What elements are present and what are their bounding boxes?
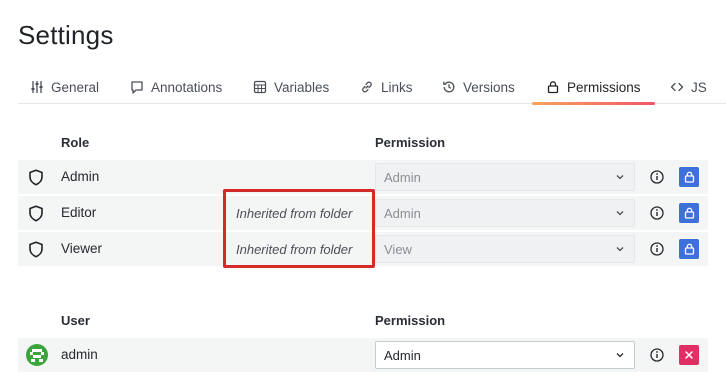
close-icon bbox=[685, 351, 693, 359]
lock-icon bbox=[684, 243, 694, 255]
link-icon bbox=[360, 80, 374, 94]
permission-select: View bbox=[375, 235, 635, 263]
user-name: admin bbox=[61, 347, 98, 362]
lock-icon bbox=[546, 80, 560, 94]
tab-label: Variables bbox=[274, 79, 330, 95]
comment-icon bbox=[130, 80, 144, 94]
role-name: Admin bbox=[61, 169, 100, 184]
tab-label: Links bbox=[381, 79, 413, 95]
sliders-icon bbox=[30, 80, 44, 94]
role-column-header: Role bbox=[61, 135, 90, 150]
role-name: Viewer bbox=[61, 241, 103, 256]
user-column-header: User bbox=[61, 313, 90, 328]
info-icon[interactable] bbox=[649, 169, 665, 185]
tab-label: Versions bbox=[463, 79, 515, 95]
locked-button[interactable] bbox=[679, 239, 699, 259]
chevron-down-icon bbox=[616, 211, 624, 216]
shield-icon bbox=[29, 169, 43, 186]
permission-value: Admin bbox=[384, 169, 421, 185]
tab-label: Permissions bbox=[567, 79, 641, 95]
tab-permissions[interactable]: Permissions bbox=[532, 70, 655, 105]
tab-json[interactable]: JS bbox=[670, 70, 707, 104]
active-tab-indicator bbox=[532, 102, 655, 105]
tab-label: JS bbox=[691, 79, 707, 95]
permission-column-header: Permission bbox=[375, 313, 446, 328]
tab-variables[interactable]: Variables bbox=[253, 70, 329, 104]
user-row-admin: admin Admin bbox=[18, 338, 708, 372]
code-icon bbox=[670, 80, 684, 94]
info-icon[interactable] bbox=[649, 347, 665, 363]
locked-button[interactable] bbox=[679, 167, 699, 187]
permission-value: Admin bbox=[384, 205, 421, 221]
role-name: Editor bbox=[61, 205, 97, 220]
lock-icon bbox=[684, 171, 694, 183]
permission-select[interactable]: Admin bbox=[375, 341, 635, 369]
permission-select: Admin bbox=[375, 163, 635, 191]
tab-label: General bbox=[51, 79, 100, 95]
tab-links[interactable]: Links bbox=[360, 70, 413, 104]
history-icon bbox=[442, 80, 456, 94]
tab-versions[interactable]: Versions bbox=[442, 70, 515, 104]
permission-value: Admin bbox=[384, 347, 421, 363]
info-icon[interactable] bbox=[649, 241, 665, 257]
shield-icon bbox=[29, 241, 43, 258]
permission-select: Admin bbox=[375, 199, 635, 227]
tab-label: Annotations bbox=[151, 79, 223, 95]
permission-column-header: Permission bbox=[375, 135, 446, 150]
chevron-down-icon bbox=[616, 353, 624, 358]
shield-icon bbox=[29, 205, 43, 222]
avatar bbox=[26, 344, 48, 366]
tab-general[interactable]: General bbox=[30, 70, 99, 104]
page-title: Settings bbox=[18, 20, 114, 50]
permission-value: View bbox=[384, 241, 412, 257]
info-icon[interactable] bbox=[649, 205, 665, 221]
locked-button[interactable] bbox=[679, 203, 699, 223]
settings-tabs: General Annotations Variables Links Vers… bbox=[18, 70, 726, 105]
calculator-icon bbox=[253, 80, 267, 94]
remove-permission-button[interactable] bbox=[679, 345, 699, 365]
chevron-down-icon bbox=[616, 175, 624, 180]
highlight-box bbox=[223, 189, 375, 268]
user-avatar-icon bbox=[30, 349, 44, 362]
lock-icon bbox=[684, 207, 694, 219]
tab-annotations[interactable]: Annotations bbox=[130, 70, 222, 104]
chevron-down-icon bbox=[616, 247, 624, 252]
